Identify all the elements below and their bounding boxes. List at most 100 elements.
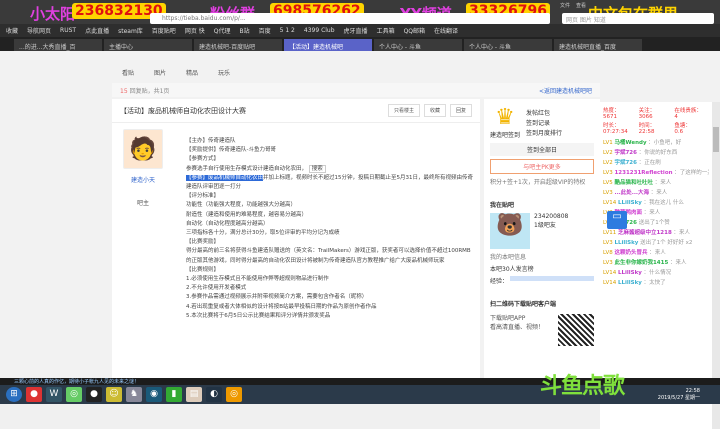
message-text: ：了这样的一关 xyxy=(674,170,709,176)
user-name[interactable]: 宇斌726 xyxy=(614,150,636,156)
user-level-badge: 1级吧友 xyxy=(534,222,556,229)
user-name[interactable]: 酷品猫和吐吐吐 xyxy=(614,180,653,186)
favorite-button[interactable]: 收藏 xyxy=(423,104,446,117)
stat-label: 时间： xyxy=(638,123,656,129)
chat-message: LV14 LLillSky ：我在这儿 什么 xyxy=(603,199,709,207)
body-line: 4.若出现重复或者大体相似的设计将按B站最早投稿日期的作品为原创作者作品 xyxy=(186,303,377,310)
bookmark[interactable]: 在线翻译 xyxy=(434,26,458,35)
stat-label: 时长： xyxy=(603,123,620,129)
bookmark[interactable]: 点此直播 xyxy=(85,26,109,35)
body-line: 三项指标各十分，满分总计30分，取5位评审的平均分记为成绩 xyxy=(186,230,340,237)
body-line: 参赛选手自行使用生存模式设计建造自动化农田， xyxy=(186,165,308,172)
user-level: LV2 xyxy=(603,150,613,156)
user-name[interactable]: LLillSky xyxy=(618,200,642,206)
stat-value: 07:27:34 xyxy=(603,129,628,135)
nav-featured[interactable]: 精品 xyxy=(186,68,198,77)
my-tieba-title: 我在贴吧 xyxy=(490,202,515,209)
bookmark[interactable]: 工具箱 xyxy=(377,26,395,35)
message-text: ：来人 xyxy=(649,250,666,256)
bookmark[interactable]: 收藏 xyxy=(6,26,18,35)
avatar[interactable]: 🧑 xyxy=(123,129,163,169)
chat-icon[interactable]: ▭ xyxy=(607,211,627,229)
app-icon[interactable]: ◉ xyxy=(146,387,162,402)
rank-info: 本吧30人发言榜 xyxy=(490,266,534,273)
user-name[interactable]: LLillSky xyxy=(614,240,638,246)
bookmark[interactable]: QQ邮箱 xyxy=(404,26,425,35)
user-name[interactable]: 这颗奶头冒兵 xyxy=(614,250,647,256)
app-icon[interactable]: ◎ xyxy=(226,387,242,402)
bookmark[interactable]: 导航网页 xyxy=(27,26,51,35)
bookmark[interactable]: steam库 xyxy=(118,26,143,35)
clock[interactable]: 22:58 2019/5/27 星期一 xyxy=(658,388,720,401)
forum-sidebar: ♛ 建造吧签到 发帖红包 签到记录 签到月度排行 签到全部日 与吧主PK更多 积分… xyxy=(484,99,600,379)
message-text: ：你说的好东西 xyxy=(638,150,678,156)
app-icon[interactable]: ● xyxy=(86,387,102,402)
app-icon[interactable]: ▮ xyxy=(166,387,182,402)
bookmark[interactable]: 5 1 2 xyxy=(280,27,295,34)
browser-tab[interactable]: 建造机械吧-百度贴吧 xyxy=(194,39,282,51)
browser-tab[interactable]: 个人中心 - 斗鱼 xyxy=(374,39,462,51)
address-bar[interactable]: https://tieba.baidu.com/p/... xyxy=(150,13,550,24)
chat-message: LV14 LLillSky ：什么情况 xyxy=(603,269,709,277)
sign-link[interactable]: 发帖红包 xyxy=(526,109,562,119)
user-name[interactable]: 芝麻酱超级中立1218 xyxy=(618,230,672,236)
body-line: 功能性（功能强大程度，功能越强大分越高） xyxy=(186,202,297,209)
bookmark[interactable]: RUST xyxy=(60,27,76,34)
qr-line: 下载贴吧APP xyxy=(490,315,526,322)
browser-tab[interactable]: 主播中心 xyxy=(104,39,192,51)
sign-all-button[interactable]: 签到全部日 xyxy=(490,143,594,156)
nav-images[interactable]: 图片 xyxy=(154,68,166,77)
stat-label: 关注： xyxy=(638,108,656,114)
pk-button[interactable]: 与吧主PK更多 xyxy=(490,159,594,174)
browser-tab[interactable]: ...的进...大秀直播_百 xyxy=(14,39,102,51)
sign-link[interactable]: 签到月度排行 xyxy=(526,129,562,139)
bookmark[interactable]: Q代理 xyxy=(214,26,231,35)
search-box[interactable]: 网页 图片 知道 xyxy=(562,13,714,24)
app-icon[interactable]: W xyxy=(46,387,62,402)
user-name[interactable]: 此生非你嫁奶我1415 xyxy=(614,260,668,266)
stat-value: 0.6 xyxy=(674,129,684,135)
reply-button[interactable]: 回复 xyxy=(449,104,472,117)
bookmark[interactable]: 百度贴吧 xyxy=(152,26,176,35)
user-name[interactable]: LLillSky xyxy=(618,270,642,276)
bookmark[interactable]: 虎牙直播 xyxy=(344,26,368,35)
search-popup[interactable]: 搜索 xyxy=(308,164,326,173)
user-avatar[interactable]: 🐻 xyxy=(490,213,530,249)
app-icon[interactable]: ● xyxy=(26,387,42,402)
menu-file[interactable]: 文件 xyxy=(560,2,570,9)
browser-tab[interactable]: 建造机械吧直播_百度 xyxy=(554,39,642,51)
user-level: LV14 xyxy=(603,280,617,286)
user-name[interactable]: 马桶Wendy xyxy=(614,140,646,146)
back-link[interactable]: <返回建造机械吧吧 xyxy=(539,86,592,95)
browser-tab-active[interactable]: 【活动】建造机械吧 xyxy=(284,39,372,51)
bookmark[interactable]: B站 xyxy=(239,26,249,35)
app-icon[interactable]: ♞ xyxy=(126,387,142,402)
stat-value: 5671 xyxy=(603,114,617,120)
user-name[interactable]: 1231231Reflection xyxy=(614,170,672,176)
qr-line: 看高清直播、视频！ xyxy=(490,324,545,331)
user-name[interactable]: 宇斌726 xyxy=(614,160,636,166)
post-body: 【主办】传奇建造队 【奖励提供】传奇建造队-斗鱼力哥哥 【参赛方式】 参赛选手自… xyxy=(186,137,474,321)
app-icon[interactable]: ☺ xyxy=(106,387,122,402)
bookmark[interactable]: 4399 Club xyxy=(304,27,335,34)
steam-icon[interactable]: ◐ xyxy=(206,387,222,402)
only-op-button[interactable]: 只看楼主 xyxy=(387,104,420,117)
nav-posts[interactable]: 看贴 xyxy=(122,68,134,77)
nav-fun[interactable]: 玩乐 xyxy=(218,68,230,77)
user-name[interactable]: ...此处...大海 xyxy=(614,190,649,196)
browser-tab[interactable]: 个人中心 - 斗鱼 xyxy=(464,39,552,51)
user-level: LV2 xyxy=(603,160,613,166)
user-id: 234200808 xyxy=(534,213,569,220)
exp-label: 经验： xyxy=(490,278,509,285)
folder-icon[interactable]: ▤ xyxy=(186,387,202,402)
user-name[interactable]: LLillSky xyxy=(618,280,642,286)
start-icon[interactable]: ⊞ xyxy=(6,387,22,402)
app-icon[interactable]: ◎ xyxy=(66,387,82,402)
author-name[interactable]: 建造小天 xyxy=(118,175,168,184)
bookmark[interactable]: 百度 xyxy=(259,26,271,35)
body-line: 5.本次比赛将于6月5日公示比赛结果和评分详情并颁发奖品 xyxy=(186,312,331,319)
bookmark[interactable]: 网页 快 xyxy=(185,26,205,35)
sign-link[interactable]: 签到记录 xyxy=(526,119,562,129)
stat-label: 在线贵族： xyxy=(674,108,702,114)
menu-view[interactable]: 查看 xyxy=(576,2,586,9)
